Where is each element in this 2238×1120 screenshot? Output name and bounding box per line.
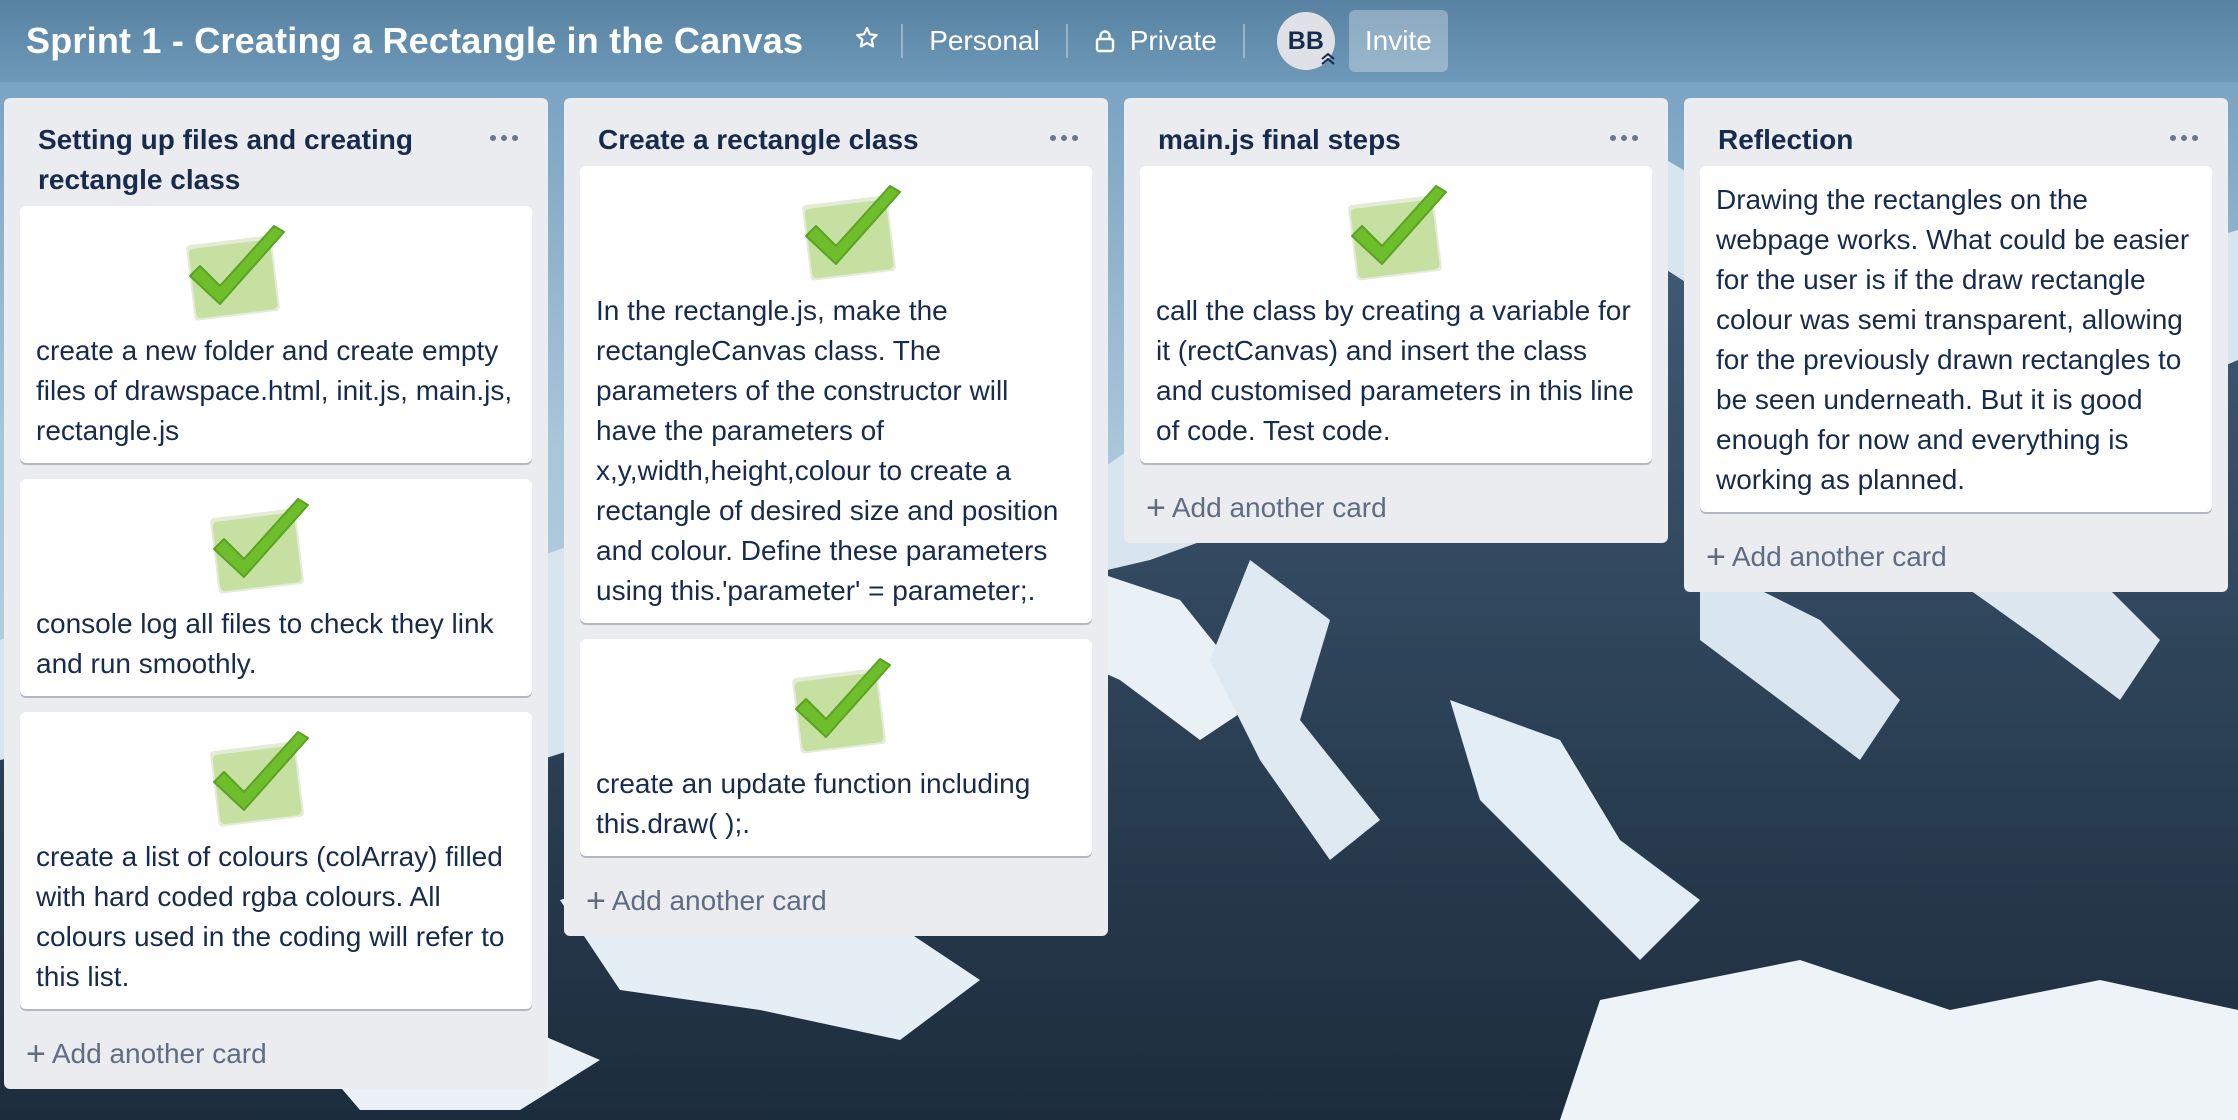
plus-icon: + — [1706, 538, 1726, 576]
avatar[interactable]: BB — [1276, 12, 1335, 70]
list-title[interactable]: Setting up files and creating rectangle … — [38, 120, 468, 200]
list: Setting up files and creating rectangle … — [4, 98, 548, 1089]
card[interactable]: create an update function including this… — [580, 639, 1092, 856]
plus-icon: + — [586, 882, 606, 920]
plus-icon: + — [26, 1035, 46, 1073]
header-divider — [901, 24, 904, 58]
card-title: console log all files to check they link… — [36, 608, 494, 679]
check-icon — [194, 493, 318, 602]
add-card-button[interactable]: + Add another card — [1700, 522, 2212, 592]
card-cover — [36, 220, 516, 329]
add-card-button[interactable]: + Add another card — [580, 866, 1092, 936]
list: Reflection Drawing the rectangles on the… — [1684, 98, 2228, 592]
card-cover — [1156, 180, 1636, 289]
list: main.js final steps call the class by cr… — [1124, 98, 1668, 543]
card[interactable]: Drawing the rectangles on the webpage wo… — [1700, 166, 2212, 512]
more-icon — [1049, 129, 1079, 147]
more-icon — [489, 129, 519, 147]
add-card-button[interactable]: + Add another card — [1140, 473, 1652, 543]
list-header[interactable]: Reflection — [1700, 98, 2212, 166]
card-title: create a new folder and create empty fil… — [36, 335, 513, 446]
check-icon — [194, 726, 318, 835]
invite-label: Invite — [1364, 25, 1432, 56]
card[interactable]: create a new folder and create empty fil… — [20, 206, 532, 463]
team-label: Personal — [929, 25, 1040, 56]
add-card-label: Add another card — [1171, 492, 1387, 523]
card[interactable]: create a list of colours (colArray) fill… — [20, 712, 532, 1009]
list-title[interactable]: main.js final steps — [1158, 120, 1588, 160]
check-icon — [776, 653, 900, 762]
card[interactable]: call the class by creating a variable fo… — [1140, 166, 1652, 463]
check-icon — [786, 180, 910, 289]
card-cover — [596, 180, 1076, 289]
card[interactable]: console log all files to check they link… — [20, 479, 532, 696]
check-icon — [170, 220, 294, 329]
add-card-label: Add another card — [611, 885, 827, 916]
more-icon — [1609, 129, 1639, 147]
card-title: create an update function including this… — [596, 768, 1031, 839]
star-icon — [854, 25, 880, 58]
lock-icon — [1094, 29, 1116, 53]
card-title: Drawing the rectangles on the webpage wo… — [1716, 184, 2190, 495]
list-title[interactable]: Reflection — [1718, 120, 2148, 160]
card-title: create a list of colours (colArray) fill… — [36, 841, 505, 992]
admin-chevron-icon — [1319, 45, 1337, 74]
star-button[interactable] — [847, 11, 887, 71]
check-icon — [1332, 180, 1456, 289]
card-cover — [596, 653, 1076, 762]
visibility-button[interactable]: Private — [1082, 11, 1229, 71]
invite-button[interactable]: Invite — [1348, 10, 1448, 72]
list-title[interactable]: Create a rectangle class — [598, 120, 1028, 160]
list-header[interactable]: Setting up files and creating rectangle … — [20, 98, 532, 206]
add-card-label: Add another card — [1731, 541, 1947, 572]
card-title: call the class by creating a variable fo… — [1156, 295, 1634, 446]
header-divider — [1242, 24, 1245, 58]
team-button[interactable]: Personal — [917, 11, 1052, 71]
add-card-button[interactable]: + Add another card — [20, 1019, 532, 1089]
plus-icon: + — [1146, 489, 1166, 527]
list-menu-button[interactable] — [1042, 120, 1086, 156]
list-menu-button[interactable] — [1602, 120, 1646, 156]
card-title: In the rectangle.js, make the rectangleC… — [596, 295, 1059, 606]
card[interactable]: In the rectangle.js, make the rectangleC… — [580, 166, 1092, 623]
visibility-label: Private — [1129, 25, 1217, 56]
header-divider — [1065, 24, 1068, 58]
board-header: Sprint 1 - Creating a Rectangle in the C… — [0, 0, 2238, 82]
list-menu-button[interactable] — [2162, 120, 2206, 156]
card-cover — [36, 493, 516, 602]
add-card-label: Add another card — [51, 1038, 267, 1069]
list: Create a rectangle class In the rectangl… — [564, 98, 1108, 936]
list-header[interactable]: main.js final steps — [1140, 98, 1652, 166]
more-icon — [2169, 129, 2199, 147]
board-title[interactable]: Sprint 1 - Creating a Rectangle in the C… — [26, 20, 803, 62]
card-cover — [36, 726, 516, 835]
list-menu-button[interactable] — [482, 120, 526, 156]
list-header[interactable]: Create a rectangle class — [580, 98, 1092, 166]
